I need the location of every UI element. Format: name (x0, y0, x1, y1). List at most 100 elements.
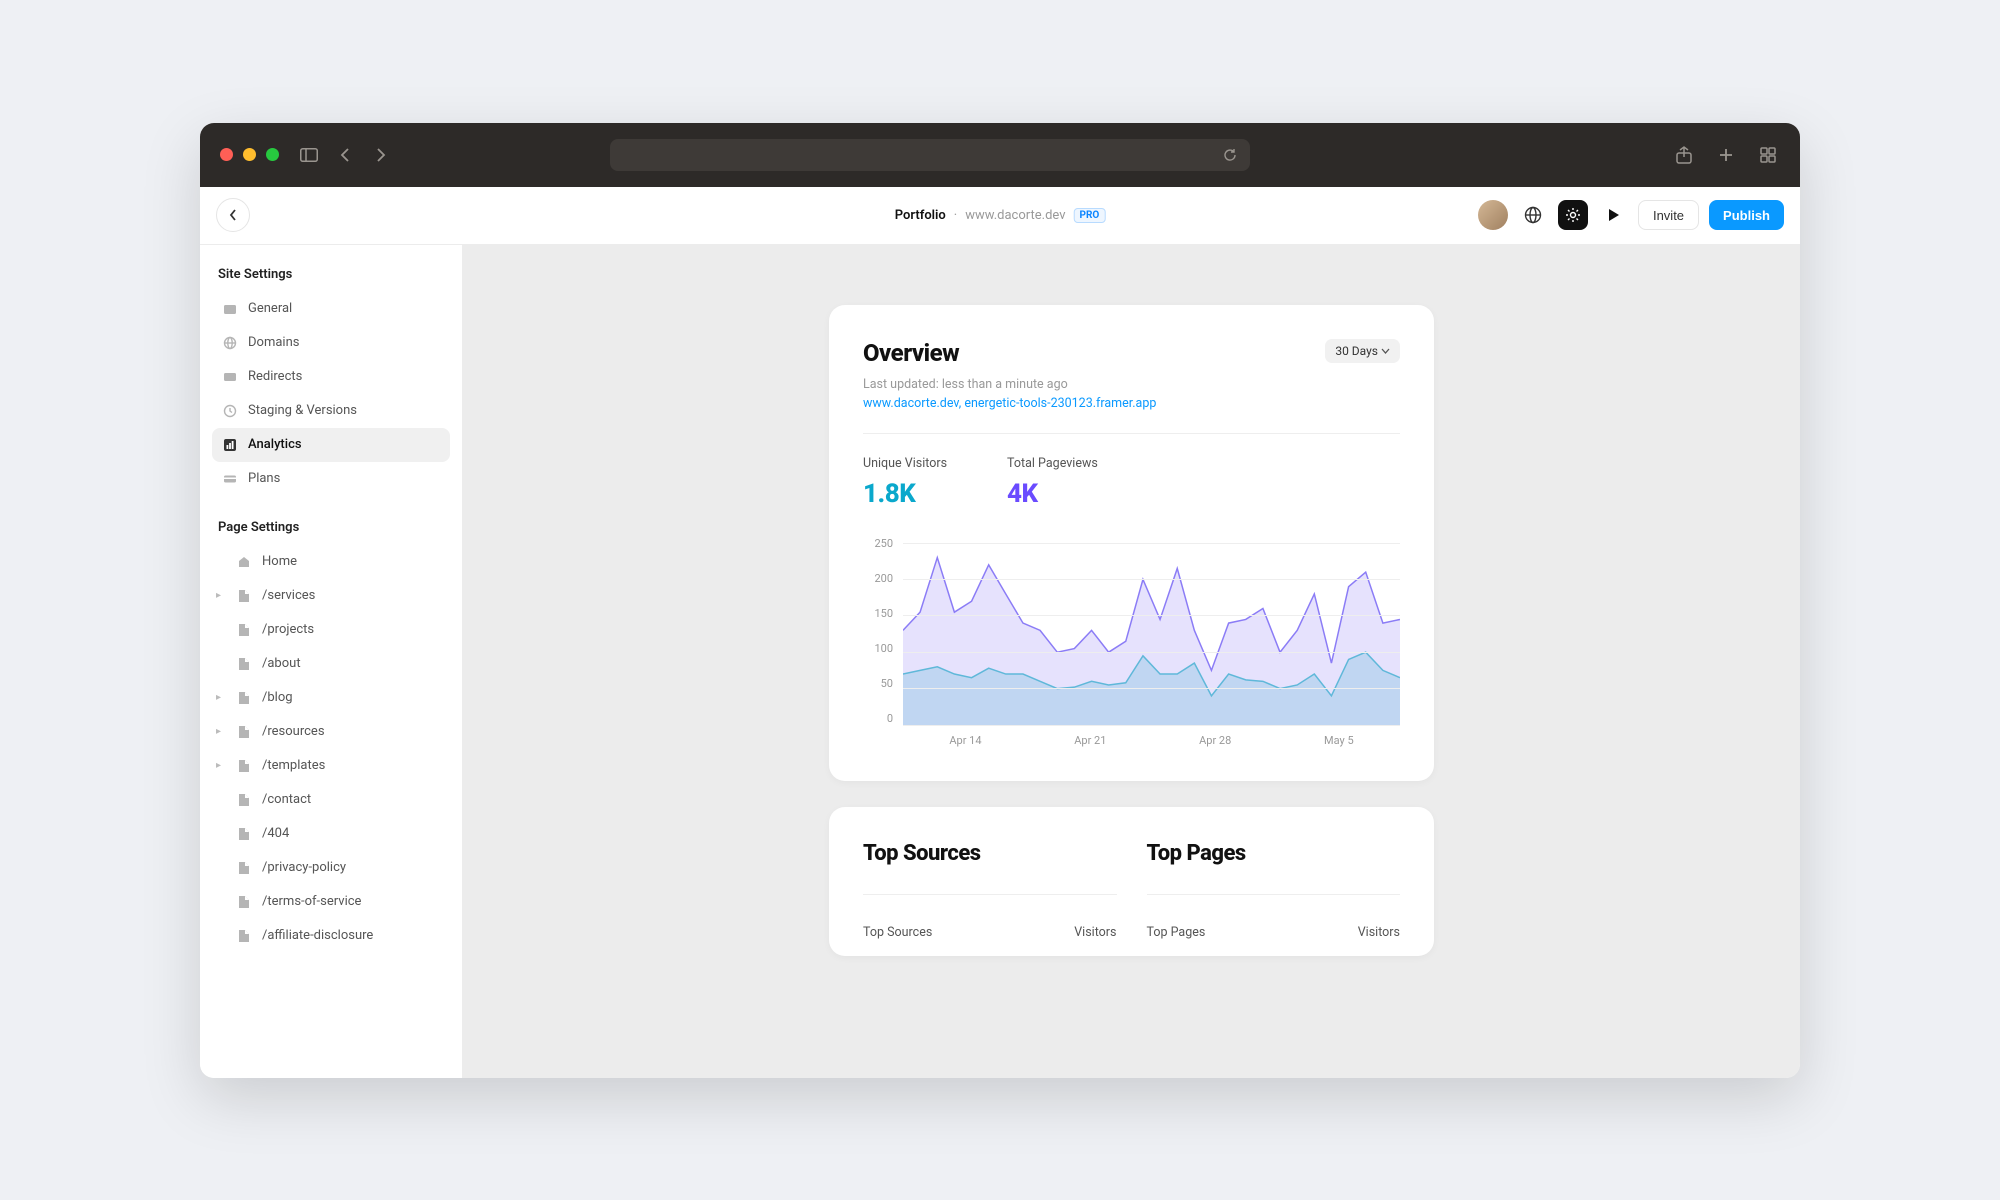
top-sources-col2: Visitors (1074, 925, 1116, 940)
settings-icon[interactable] (1558, 200, 1588, 230)
page-icon (236, 656, 252, 672)
maximize-window-dot[interactable] (266, 148, 279, 161)
sidebar-item-plans[interactable]: Plans (212, 462, 450, 496)
page-item--templates[interactable]: ▸ /templates (212, 749, 450, 783)
stat-total-pageviews: Total Pageviews 4K (1007, 456, 1098, 509)
page-icon (236, 622, 252, 638)
separator: · (954, 208, 957, 223)
page-item--contact[interactable]: /contact (212, 783, 450, 817)
redirect-icon (222, 369, 238, 385)
page-icon (236, 690, 252, 706)
sidebar-item-label: Redirects (248, 369, 302, 384)
top-sources-col1: Top Sources (863, 925, 932, 940)
sidebar-item-label: Domains (248, 335, 299, 350)
page-icon (236, 860, 252, 876)
page-item-label: /projects (262, 622, 314, 637)
tabs-grid-icon[interactable] (1756, 143, 1780, 167)
page-item-label: /404 (262, 826, 289, 841)
content-area: Site Settings General Domains Redirects … (200, 245, 1800, 1078)
x-tick-label: Apr 28 (1199, 734, 1231, 747)
avatar[interactable] (1478, 200, 1508, 230)
page-item-home[interactable]: Home (212, 545, 450, 579)
sidebar-item-domains[interactable]: Domains (212, 326, 450, 360)
page-item--projects[interactable]: /projects (212, 613, 450, 647)
app-header: Portfolio · www.dacorte.dev PRO Invite P… (200, 187, 1800, 245)
top-pages-column: Top Pages Top Pages Visitors (1147, 841, 1401, 946)
page-item--affiliate-disclosure[interactable]: /affiliate-disclosure (212, 919, 450, 953)
y-tick-label: 200 (863, 572, 893, 585)
publish-button[interactable]: Publish (1709, 200, 1784, 230)
project-domain: www.dacorte.dev (965, 208, 1065, 223)
reload-icon[interactable] (1222, 147, 1238, 163)
sidebar: Site Settings General Domains Redirects … (200, 245, 463, 1078)
share-icon[interactable] (1672, 143, 1696, 167)
top-pages-col2: Visitors (1358, 925, 1400, 940)
app-window: Portfolio · www.dacorte.dev PRO Invite P… (200, 123, 1800, 1078)
x-tick-label: May 5 (1324, 734, 1354, 747)
sidebar-toggle-icon[interactable] (297, 143, 321, 167)
close-window-dot[interactable] (220, 148, 233, 161)
top-sources-title: Top Sources (863, 841, 1117, 866)
page-icon (236, 758, 252, 774)
date-range-selector[interactable]: 30 Days (1325, 339, 1400, 363)
page-item--terms-of-service[interactable]: /terms-of-service (212, 885, 450, 919)
page-item-label: /services (262, 588, 315, 603)
page-item-label: Home (262, 554, 297, 569)
sidebar-item-redirects[interactable]: Redirects (212, 360, 450, 394)
nav-back-icon[interactable] (333, 143, 357, 167)
url-bar[interactable] (610, 139, 1250, 171)
stat-unique-visitors: Unique Visitors 1.8K (863, 456, 947, 509)
top-pages-col1: Top Pages (1147, 925, 1206, 940)
plan-badge: PRO (1074, 208, 1106, 223)
page-item--services[interactable]: ▸ /services (212, 579, 450, 613)
minimize-window-dot[interactable] (243, 148, 256, 161)
page-item-label: /blog (262, 690, 293, 705)
page-icon (236, 894, 252, 910)
project-title: Portfolio (895, 208, 946, 223)
y-tick-label: 250 (863, 537, 893, 550)
card-icon (222, 471, 238, 487)
new-tab-icon[interactable] (1714, 143, 1738, 167)
caret-right-icon: ▸ (216, 590, 226, 601)
home-icon (236, 554, 252, 570)
pageviews-value: 4K (1007, 479, 1098, 509)
globe-icon (222, 335, 238, 351)
sidebar-item-label: Analytics (248, 437, 302, 452)
nav-forward-icon[interactable] (369, 143, 393, 167)
back-button[interactable] (216, 198, 250, 232)
page-item-label: /contact (262, 792, 311, 807)
sidebar-item-label: General (248, 301, 292, 316)
sidebar-item-analytics[interactable]: Analytics (212, 428, 450, 462)
page-icon (236, 588, 252, 604)
domain-link-1[interactable]: www.dacorte.dev (863, 396, 959, 411)
page-item-label: /about (262, 656, 301, 671)
domain-link-2[interactable]: energetic-tools-230123.framer.app (964, 396, 1156, 411)
page-item-label: /privacy-policy (262, 860, 346, 875)
pageviews-label: Total Pageviews (1007, 456, 1098, 471)
y-tick-label: 0 (863, 712, 893, 725)
traffic-lights (220, 148, 279, 161)
sidebar-item-general[interactable]: General (212, 292, 450, 326)
y-tick-label: 100 (863, 642, 893, 655)
browser-chrome (200, 123, 1800, 187)
page-item--privacy-policy[interactable]: /privacy-policy (212, 851, 450, 885)
caret-right-icon: ▸ (216, 726, 226, 737)
overview-card: Overview 30 Days Last updated: less than… (829, 305, 1434, 781)
page-item--blog[interactable]: ▸ /blog (212, 681, 450, 715)
sidebar-item-staging-versions[interactable]: Staging & Versions (212, 394, 450, 428)
page-icon (236, 792, 252, 808)
globe-icon[interactable] (1518, 200, 1548, 230)
clock-icon (222, 403, 238, 419)
top-sources-column: Top Sources Top Sources Visitors (863, 841, 1117, 946)
site-settings-heading: Site Settings (212, 263, 450, 292)
page-icon (236, 724, 252, 740)
main-panel: Overview 30 Days Last updated: less than… (463, 245, 1800, 1078)
invite-button[interactable]: Invite (1638, 200, 1699, 230)
page-item-label: /resources (262, 724, 325, 739)
tracked-domains: www.dacorte.dev, energetic-tools-230123.… (863, 396, 1400, 411)
overview-title: Overview (863, 339, 959, 367)
page-item--about[interactable]: /about (212, 647, 450, 681)
page-item--404[interactable]: /404 (212, 817, 450, 851)
page-item--resources[interactable]: ▸ /resources (212, 715, 450, 749)
play-icon[interactable] (1598, 200, 1628, 230)
